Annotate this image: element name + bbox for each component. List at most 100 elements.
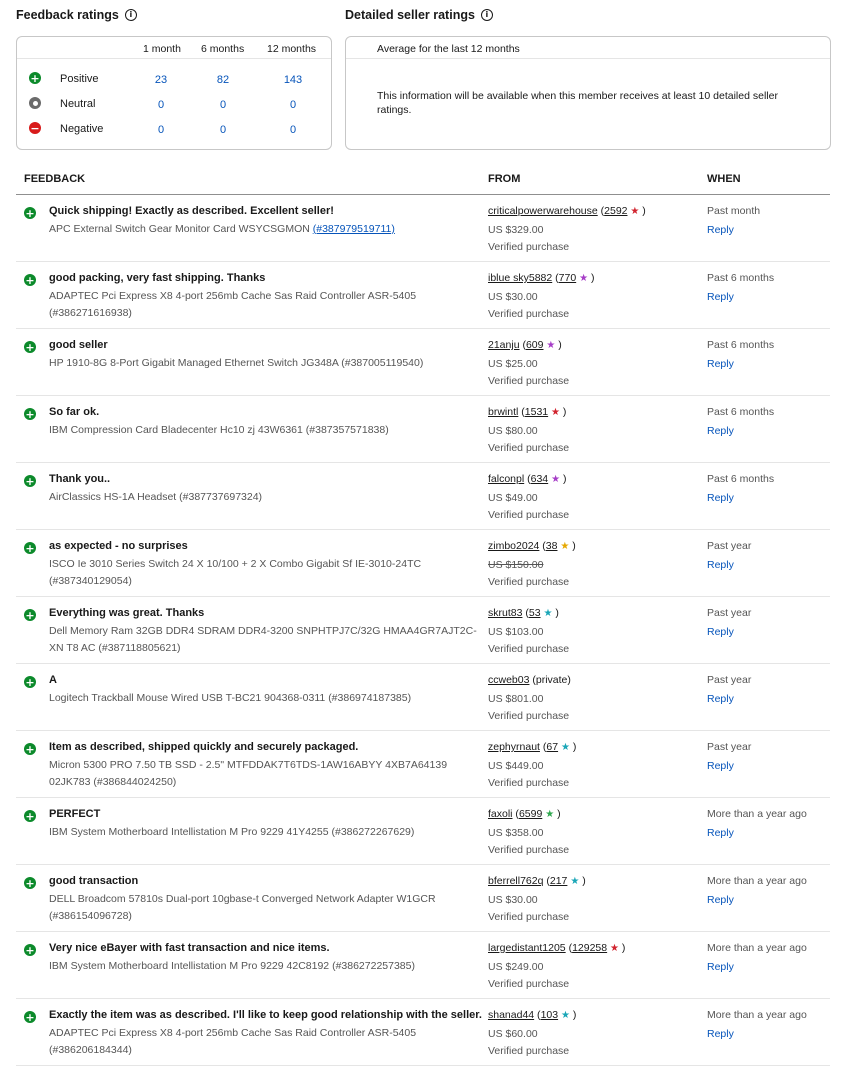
price: US $249.00 [488, 961, 544, 973]
username-link[interactable]: zephyrnaut [488, 741, 540, 753]
reply-link[interactable]: Reply [707, 490, 734, 507]
item-number: (#387118805621) [98, 642, 181, 654]
item-number: (#386272257385) [332, 960, 415, 972]
feedback-score[interactable]: 103 [541, 1009, 559, 1021]
positive-icon: + [24, 273, 36, 287]
item-title: APC External Switch Gear Monitor Card WS… [49, 223, 395, 235]
positive-6m[interactable]: 82 [203, 74, 243, 86]
negative-1m[interactable]: 0 [141, 124, 181, 136]
feedback-score[interactable]: 634 [531, 473, 549, 485]
table-row: + A Logitech Trackball Mouse Wired USB T-B… [16, 664, 830, 731]
verified-purchase: Verified purchase [488, 308, 570, 320]
username-link[interactable]: ccweb03 [488, 674, 529, 686]
reply-link[interactable]: Reply [707, 624, 734, 641]
item-title: IBM System Motherboard Intellistation M … [49, 826, 415, 838]
star-icon: ★ [630, 206, 640, 217]
table-row: + good seller HP 1910-8G 8-Port Gigabit Ma… [16, 329, 830, 396]
reply-link[interactable]: Reply [707, 758, 734, 775]
price: US $150.00 [488, 559, 544, 571]
negative-6m[interactable]: 0 [203, 124, 243, 136]
table-row: + good transaction DELL Broadcom 57810s Du… [16, 865, 830, 932]
price: US $329.00 [488, 224, 544, 236]
username-link[interactable]: bferrell762q [488, 875, 543, 887]
feedback-score[interactable]: 609 [526, 339, 544, 351]
verified-purchase: Verified purchase [488, 1045, 570, 1057]
feedback-score[interactable]: 217 [550, 875, 568, 887]
feedback-score[interactable]: 38 [546, 540, 558, 552]
reply-link[interactable]: Reply [707, 423, 734, 440]
reply-link[interactable]: Reply [707, 557, 734, 574]
username-link[interactable]: skrut83 [488, 607, 522, 619]
feedback-score[interactable]: 6599 [519, 808, 542, 820]
username-link[interactable]: iblue sky5882 [488, 272, 552, 284]
positive-12m[interactable]: 143 [273, 74, 313, 86]
star-icon: ★ [560, 541, 570, 552]
feedback-score[interactable]: 53 [529, 607, 541, 619]
verified-purchase: Verified purchase [488, 777, 570, 789]
from-user: criticalpowerwarehouse (2592 ★ ) [488, 205, 646, 217]
feedback-comment: good transaction [49, 875, 139, 887]
price: US $30.00 [488, 894, 538, 906]
positive-icon: + [24, 742, 36, 756]
rating-row-negative: − Negative 0 0 0 [17, 120, 331, 140]
reply-link[interactable]: Reply [707, 1026, 734, 1043]
username-link[interactable]: criticalpowerwarehouse [488, 205, 598, 217]
item-number[interactable]: (#387979519711) [313, 223, 395, 235]
price: US $25.00 [488, 358, 538, 370]
verified-purchase: Verified purchase [488, 911, 570, 923]
item-number: (#387737697324) [179, 491, 263, 503]
reply-link[interactable]: Reply [707, 892, 734, 909]
item-number: (#387340129054) [49, 575, 132, 587]
username-link[interactable]: largedistant1205 [488, 942, 566, 954]
feedback-score[interactable]: 770 [559, 272, 577, 284]
item-number: (#387005119540) [341, 357, 424, 369]
positive-1m[interactable]: 23 [141, 74, 181, 86]
feedback-score[interactable]: 129258 [572, 942, 607, 954]
username-link[interactable]: 21anju [488, 339, 520, 351]
feedback-comment: Item as described, shipped quickly and s… [49, 741, 359, 753]
detailed-ratings-panel: Average for the last 12 months This info… [345, 36, 831, 150]
reply-link[interactable]: Reply [707, 959, 734, 976]
neutral-1m[interactable]: 0 [141, 99, 181, 111]
item-title: ADAPTEC Pci Express X8 4-port 256mb Cach… [49, 1027, 417, 1056]
feedback-score[interactable]: 2592 [604, 205, 627, 217]
from-user: skrut83 (53 ★ ) [488, 607, 559, 619]
price: US $60.00 [488, 1028, 538, 1040]
username-link[interactable]: falconpl [488, 473, 524, 485]
when: More than a year ago [707, 875, 807, 887]
username-link[interactable]: faxoli [488, 808, 513, 820]
negative-12m[interactable]: 0 [273, 124, 313, 136]
feedback-score[interactable]: 67 [546, 741, 558, 753]
reply-link[interactable]: Reply [707, 825, 734, 842]
from-user: iblue sky5882 (770 ★ ) [488, 272, 595, 284]
from-user: largedistant1205 (129258 ★ ) [488, 942, 626, 954]
when: Past 6 months [707, 406, 775, 418]
price: US $49.00 [488, 492, 538, 504]
from-user: brwintl (1531 ★ ) [488, 406, 567, 418]
item-title: HP 1910-8G 8-Port Gigabit Managed Ethern… [49, 357, 424, 369]
feedback-comment: good packing, very fast shipping. Thanks [49, 272, 266, 284]
reply-link[interactable]: Reply [707, 691, 734, 708]
username-link[interactable]: zimbo2024 [488, 540, 539, 552]
star-icon: ★ [560, 742, 570, 753]
info-icon[interactable]: i [124, 9, 137, 21]
positive-icon: + [24, 1010, 36, 1024]
neutral-12m[interactable]: 0 [273, 99, 313, 111]
feedback-score[interactable]: 1531 [525, 406, 548, 418]
info-icon[interactable]: i [480, 9, 493, 21]
username-link[interactable]: shanad44 [488, 1009, 534, 1021]
reply-link[interactable]: Reply [707, 356, 734, 373]
reply-link[interactable]: Reply [707, 222, 734, 239]
username-link[interactable]: brwintl [488, 406, 518, 418]
item-title: ISCO Ie 3010 Series Switch 24 X 10/100 +… [49, 558, 422, 587]
neutral-6m[interactable]: 0 [203, 99, 243, 111]
detailed-ratings-message: This information will be available when … [377, 90, 778, 116]
detailed-ratings-title: Detailed seller ratings i [345, 8, 493, 22]
price: US $80.00 [488, 425, 538, 437]
feedback-table-header: FEEDBACK FROM WHEN [16, 166, 830, 195]
reply-link[interactable]: Reply [707, 289, 734, 306]
feedback-comment: Exactly the item was as described. I'll … [49, 1009, 482, 1021]
item-title: DELL Broadcom 57810s Dual-port 10gbase-t… [49, 893, 436, 922]
item-number: (#386974187385) [328, 692, 412, 704]
table-row: + Exactly the item was as described. I'll… [16, 999, 830, 1066]
